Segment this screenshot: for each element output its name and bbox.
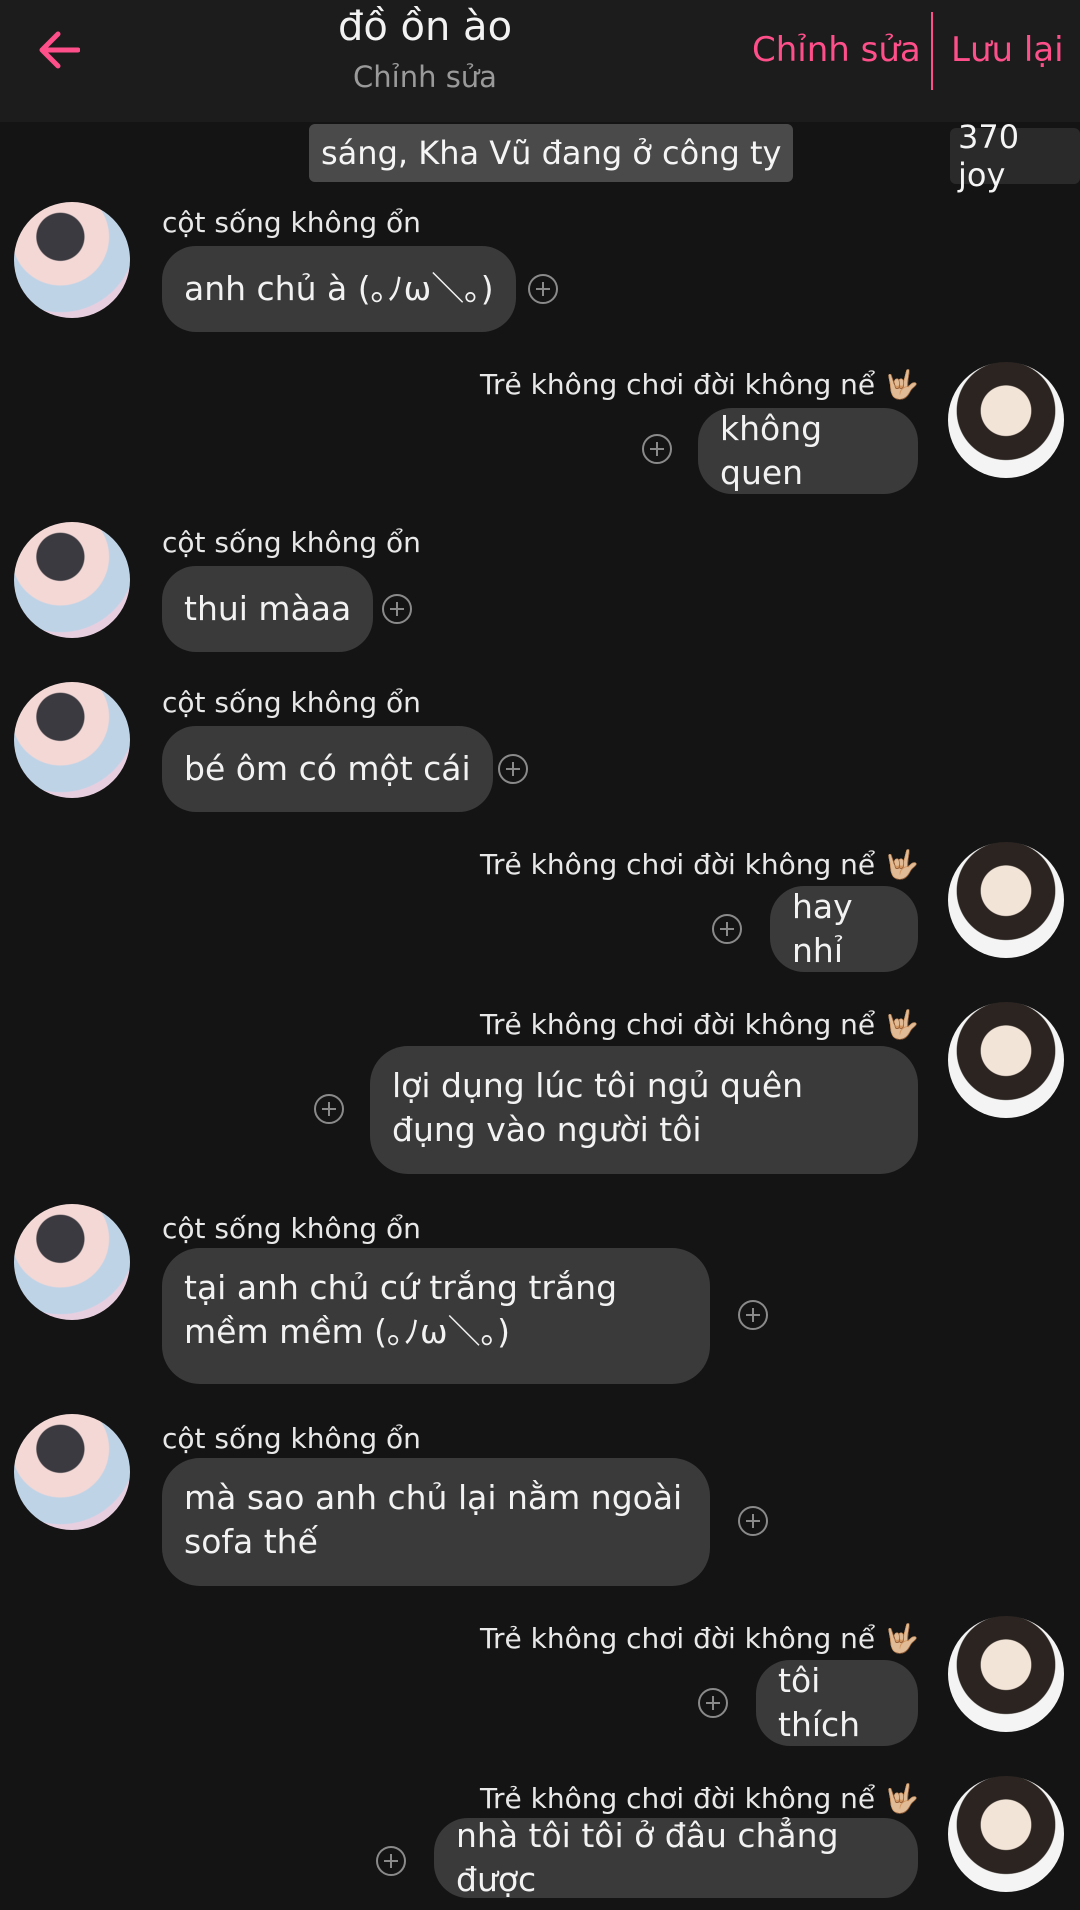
message-bubble[interactable]: tôi thích xyxy=(756,1660,918,1746)
sender-name: Trẻ không chơi đời không nể 🤟🏼 xyxy=(480,368,919,401)
save-button[interactable]: Lưu lại xyxy=(951,30,1064,70)
sender-name: Trẻ không chơi đời không nể 🤟🏼 xyxy=(480,848,919,881)
message-bubble[interactable]: lợi dụng lúc tôi ngủ quên đụng vào người… xyxy=(370,1046,918,1174)
add-reaction-icon[interactable] xyxy=(498,754,528,784)
add-reaction-icon[interactable] xyxy=(738,1300,768,1330)
message-bubble[interactable]: thui màaa xyxy=(162,566,374,652)
add-reaction-icon[interactable] xyxy=(698,1688,728,1718)
add-reaction-icon[interactable] xyxy=(738,1506,768,1536)
sender-name: Trẻ không chơi đời không nể 🤟🏼 xyxy=(480,1782,919,1815)
sender-name: cột sống không ổn xyxy=(162,686,421,719)
add-reaction-icon[interactable] xyxy=(376,1846,406,1876)
avatar[interactable] xyxy=(948,1776,1064,1892)
add-reaction-icon[interactable] xyxy=(528,274,558,304)
avatar[interactable] xyxy=(948,842,1064,958)
message-bubble[interactable]: tại anh chủ cứ trắng trắng mềm mềm (｡ﾉω＼… xyxy=(162,1248,710,1384)
avatar[interactable] xyxy=(948,1002,1064,1118)
chat-subtitle[interactable]: Chỉnh sửa xyxy=(0,60,850,94)
add-reaction-icon[interactable] xyxy=(712,914,742,944)
sender-name: Trẻ không chơi đời không nể 🤟🏼 xyxy=(480,1622,919,1655)
message-bubble[interactable]: nhà tôi tôi ở đâu chẳng được xyxy=(434,1816,918,1899)
message-bubble[interactable]: hay nhỉ xyxy=(770,886,918,972)
avatar[interactable] xyxy=(14,1204,130,1320)
message-bubble[interactable]: mà sao anh chủ lại nằm ngoài sofa thế xyxy=(162,1458,710,1586)
edit-button[interactable]: Chỉnh sửa xyxy=(752,30,921,70)
add-reaction-icon[interactable] xyxy=(314,1094,344,1124)
chat-title: đồ ồn ào xyxy=(337,4,513,50)
avatar[interactable] xyxy=(14,682,130,798)
sender-name: cột sống không ổn xyxy=(162,206,421,239)
scene-banner: sáng, Kha Vũ đang ở công ty xyxy=(309,124,794,182)
joy-counter: 370 joy xyxy=(950,118,1080,194)
avatar[interactable] xyxy=(14,522,130,638)
add-reaction-icon[interactable] xyxy=(642,434,672,464)
add-reaction-icon[interactable] xyxy=(382,594,412,624)
message-bubble[interactable]: không quen xyxy=(698,408,918,494)
sender-name: Trẻ không chơi đời không nể 🤟🏼 xyxy=(480,1008,919,1041)
sender-name: cột sống không ổn xyxy=(162,526,421,559)
header-divider xyxy=(931,12,933,90)
sender-name: cột sống không ổn xyxy=(162,1422,421,1455)
message-bubble[interactable]: bé ôm có một cái xyxy=(162,726,493,812)
top-bar: đồ ồn ào Chỉnh sửa Chỉnh sửa Lưu lại xyxy=(0,0,1080,122)
sender-name: cột sống không ổn xyxy=(162,1212,421,1245)
avatar[interactable] xyxy=(14,1414,130,1530)
avatar[interactable] xyxy=(948,362,1064,478)
avatar[interactable] xyxy=(948,1616,1064,1732)
message-bubble[interactable]: anh chủ à (｡ﾉω＼｡) xyxy=(162,246,516,332)
avatar[interactable] xyxy=(14,202,130,318)
